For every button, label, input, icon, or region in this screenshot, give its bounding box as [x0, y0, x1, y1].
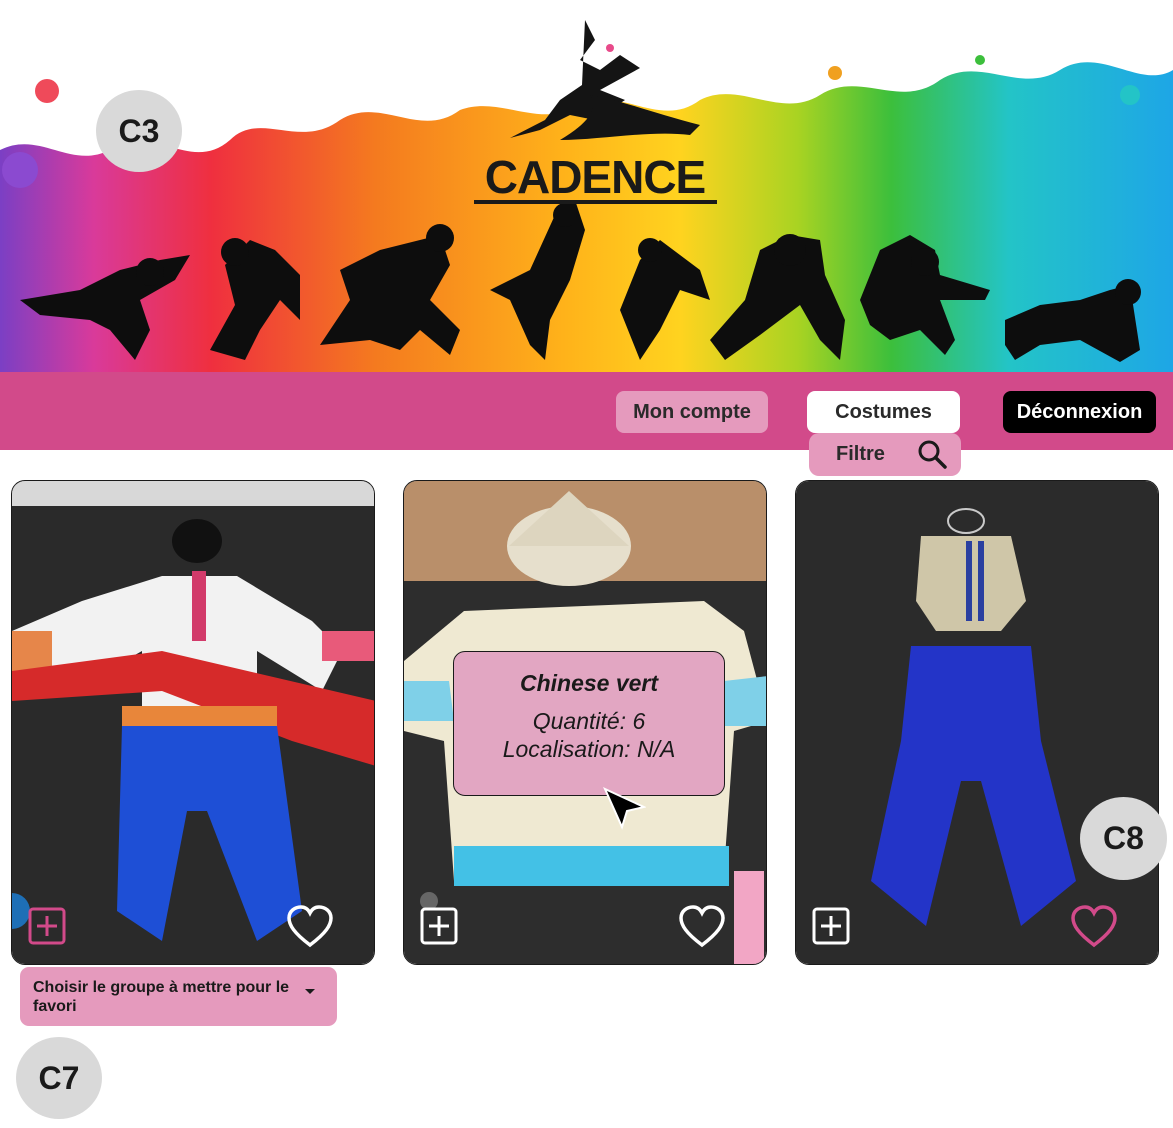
annotation-label-c7: C7 [16, 1037, 102, 1119]
costume-photo [796, 481, 1158, 964]
annotation-label-c8: C8 [1080, 797, 1167, 880]
brand-logo-text: CADENCE [484, 151, 706, 203]
heart-outline-icon[interactable] [678, 905, 726, 949]
costume-card[interactable] [11, 480, 375, 965]
costume-info-tooltip: Chinese vert Quantité: 6 Localisation: N… [453, 651, 725, 796]
search-icon [918, 440, 947, 469]
filter-button[interactable]: Filtre [809, 433, 961, 476]
brand-logo-underline [474, 200, 717, 204]
annotation-label-c3: C3 [96, 90, 182, 172]
costume-card[interactable] [795, 480, 1159, 965]
favorite-group-select-label: Choisir le groupe à mettre pour le favor… [33, 979, 290, 1015]
tooltip-costume-name: Chinese vert [519, 670, 659, 696]
chevron-down-icon [305, 989, 315, 994]
tooltip-quantity: Quantité: 6 [532, 708, 646, 734]
add-plus-square-icon[interactable] [812, 907, 850, 945]
my-account-button[interactable]: Mon compte [616, 391, 768, 433]
costume-photo [12, 481, 374, 964]
add-plus-square-icon[interactable] [28, 907, 66, 945]
add-plus-square-icon[interactable] [420, 907, 458, 945]
logout-button[interactable]: Déconnexion [1003, 391, 1156, 433]
heart-favorited-icon[interactable] [1070, 905, 1118, 949]
header-banner: CADENCE [0, 0, 1173, 372]
tooltip-location: Localisation: N/A [502, 736, 676, 762]
costumes-button[interactable]: Costumes [807, 391, 960, 433]
heart-outline-icon[interactable] [286, 905, 334, 949]
favorite-group-select[interactable]: Choisir le groupe à mettre pour le favor… [20, 967, 337, 1026]
nav-bar [0, 372, 1173, 450]
mouse-cursor-icon [603, 787, 646, 830]
filter-label: Filtre [836, 443, 885, 465]
